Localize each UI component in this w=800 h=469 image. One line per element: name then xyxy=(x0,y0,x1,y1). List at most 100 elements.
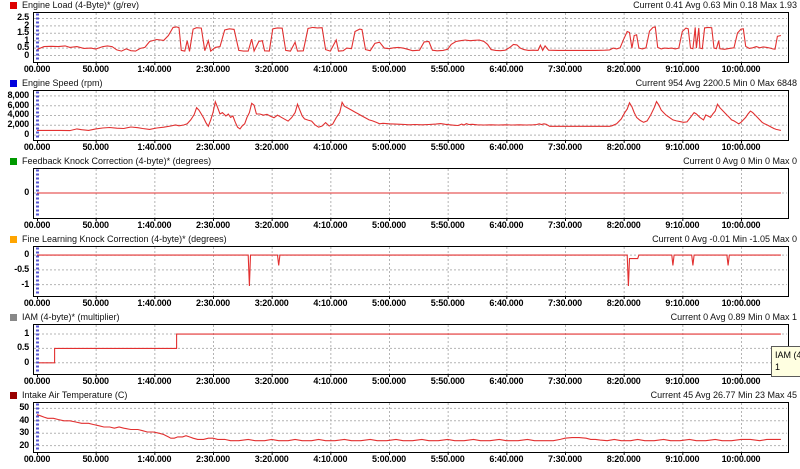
chart-stats: Current 45 Avg 26.77 Min 23 Max 45 xyxy=(651,390,797,401)
x-tick-label: 9:10.000 xyxy=(652,376,712,386)
x-tick-label: 5:00.000 xyxy=(359,454,419,464)
x-tick-label: 8:20.000 xyxy=(594,220,654,230)
series-line-engine-load xyxy=(37,27,781,52)
x-tick-label: 4:10.000 xyxy=(300,220,360,230)
series-line-iam xyxy=(37,334,781,363)
x-tick-label: 10:00.000 xyxy=(711,376,771,386)
series-line-engine-speed xyxy=(37,102,781,131)
chart-header-engine-load: Engine Load (4-Byte)* (g/rev) Current 0.4… xyxy=(0,0,800,12)
chart-title: IAM (4-byte)* (multiplier) xyxy=(22,312,120,323)
x-tick-label: 2:30.000 xyxy=(183,454,243,464)
chart-row-intake-air-temperature: Intake Air Temperature (C) Current 45 Avg… xyxy=(0,390,800,468)
x-tick-label: 9:10.000 xyxy=(652,142,712,152)
plot-area-engine-load[interactable] xyxy=(0,12,800,67)
chart-header-iam: IAM (4-byte)* (multiplier) Current 0 Avg … xyxy=(0,312,800,324)
x-tick-label: 50.000 xyxy=(66,298,126,308)
y-tick-label: 4,000 xyxy=(0,109,29,119)
x-tick-label: 6:40.000 xyxy=(476,298,536,308)
x-tick-label: 5:50.000 xyxy=(418,142,478,152)
x-tick-label: 50.000 xyxy=(66,376,126,386)
x-tick-label: 3:20.000 xyxy=(242,454,302,464)
legend-swatch-icon xyxy=(10,314,17,321)
x-tick-label: 6:40.000 xyxy=(476,220,536,230)
x-tick-label: 10:00.000 xyxy=(711,142,771,152)
plot-area-feedback-knock-correction[interactable] xyxy=(0,168,800,223)
plot-area-fine-learning-knock-correction[interactable] xyxy=(0,246,800,301)
x-tick-label: 00.000 xyxy=(7,454,67,464)
x-tick-label: 7:30.000 xyxy=(535,298,595,308)
x-tick-label: 4:10.000 xyxy=(300,454,360,464)
x-tick-label: 6:40.000 xyxy=(476,454,536,464)
x-tick-label: 7:30.000 xyxy=(535,454,595,464)
x-tick-label: 10:00.000 xyxy=(711,220,771,230)
x-tick-label: 00.000 xyxy=(7,220,67,230)
y-tick-label: 50 xyxy=(0,402,29,412)
x-tick-label: 3:20.000 xyxy=(242,220,302,230)
x-tick-label: 8:20.000 xyxy=(594,298,654,308)
legend-swatch-icon xyxy=(10,236,17,243)
chart-stats: Current 0.41 Avg 0.63 Min 0.18 Max 1.93 xyxy=(633,0,797,11)
x-tick-label: 1:40.000 xyxy=(124,142,184,152)
x-tick-label: 2:30.000 xyxy=(183,64,243,74)
x-tick-label: 8:20.000 xyxy=(594,454,654,464)
x-tick-label: 1:40.000 xyxy=(124,376,184,386)
x-tick-label: 3:20.000 xyxy=(242,142,302,152)
legend-swatch-icon xyxy=(10,392,17,399)
x-tick-label: 2:30.000 xyxy=(183,298,243,308)
x-tick-label: 8:20.000 xyxy=(594,142,654,152)
y-tick-label: 2.5 xyxy=(0,12,29,22)
x-tick-label: 6:40.000 xyxy=(476,64,536,74)
plot-area-engine-speed[interactable] xyxy=(0,90,800,145)
x-tick-label: 5:50.000 xyxy=(418,454,478,464)
chart-row-fine-learning-knock-correction: Fine Learning Knock Correction (4-byte)*… xyxy=(0,234,800,312)
x-tick-label: 00.000 xyxy=(7,298,67,308)
x-tick-label: 8:20.000 xyxy=(594,64,654,74)
x-tick-label: 1:40.000 xyxy=(124,298,184,308)
x-tick-label: 7:30.000 xyxy=(535,142,595,152)
x-tick-label: 00.000 xyxy=(7,142,67,152)
y-tick-label: -0.5 xyxy=(0,264,29,274)
y-tick-label: 0 xyxy=(0,357,29,367)
x-tick-label: 5:50.000 xyxy=(418,298,478,308)
x-tick-label: 4:10.000 xyxy=(300,64,360,74)
x-tick-label: 1:40.000 xyxy=(124,64,184,74)
x-tick-label: 7:30.000 xyxy=(535,220,595,230)
chart-row-engine-speed: Engine Speed (rpm)Current 954 Avg 2200.5… xyxy=(0,78,800,156)
x-tick-label: 2:30.000 xyxy=(183,220,243,230)
chart-title: Intake Air Temperature (C) xyxy=(22,390,127,401)
y-tick-label: 8,000 xyxy=(0,90,29,100)
series-line-intake-air-temperature xyxy=(37,415,781,441)
x-tick-label: 2:30.000 xyxy=(183,142,243,152)
x-tick-label: 00.000 xyxy=(7,64,67,74)
x-tick-label: 5:00.000 xyxy=(359,220,419,230)
x-tick-label: 2:30.000 xyxy=(183,376,243,386)
x-tick-label: 5:50.000 xyxy=(418,220,478,230)
x-tick-label: 10:00.000 xyxy=(711,454,771,464)
plot-area-intake-air-temperature[interactable] xyxy=(0,402,800,457)
x-tick-label: 8:20.000 xyxy=(594,376,654,386)
logger-graph-window: { "page": { "background": "#ffffff", "li… xyxy=(0,0,800,469)
legend-swatch-icon xyxy=(10,80,17,87)
chart-title: Feedback Knock Correction (4-byte)* (deg… xyxy=(22,156,211,167)
x-tick-label: 4:10.000 xyxy=(300,298,360,308)
y-tick-label: 0.5 xyxy=(0,342,29,352)
cursor-tooltip: IAM (4-byte 1 xyxy=(771,346,800,377)
y-tick-label: 30 xyxy=(0,427,29,437)
x-tick-label: 1:40.000 xyxy=(124,220,184,230)
y-tick-label: 0 xyxy=(0,129,29,139)
plot-area-iam[interactable] xyxy=(0,324,800,379)
x-tick-label: 3:20.000 xyxy=(242,376,302,386)
chart-stats: Current 0 Avg 0.89 Min 0 Max 1 xyxy=(671,312,797,323)
y-tick-label: 40 xyxy=(0,415,29,425)
x-tick-label: 5:50.000 xyxy=(418,376,478,386)
chart-header-fine-learning-knock-correction: Fine Learning Knock Correction (4-byte)*… xyxy=(0,234,800,246)
x-tick-label: 9:10.000 xyxy=(652,220,712,230)
x-tick-label: 50.000 xyxy=(66,454,126,464)
chart-title: Engine Load (4-Byte)* (g/rev) xyxy=(22,0,139,11)
x-tick-label: 50.000 xyxy=(66,142,126,152)
x-tick-label: 9:10.000 xyxy=(652,454,712,464)
x-tick-label: 50.000 xyxy=(66,64,126,74)
x-tick-label: 5:00.000 xyxy=(359,376,419,386)
legend-swatch-icon xyxy=(10,158,17,165)
chart-title: Fine Learning Knock Correction (4-byte)*… xyxy=(22,234,227,245)
